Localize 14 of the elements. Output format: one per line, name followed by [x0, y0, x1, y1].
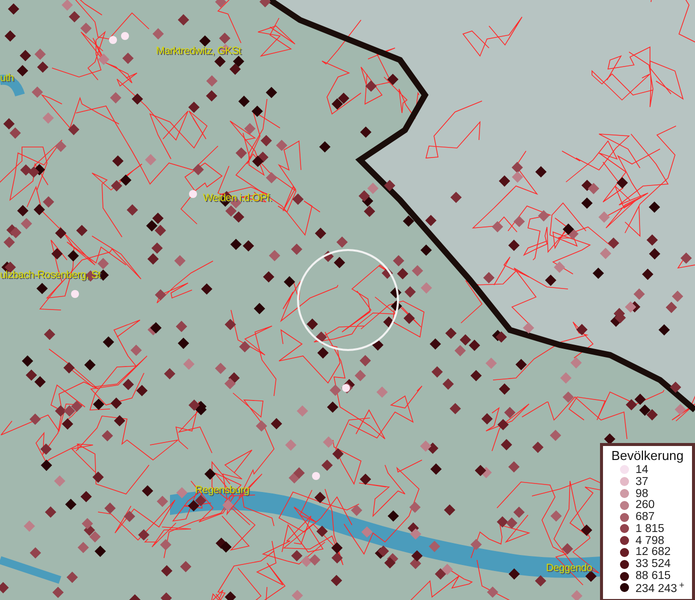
legend-label: 88 615 — [636, 570, 671, 582]
place-label: uth — [0, 72, 14, 84]
legend-label: 14 — [636, 464, 648, 476]
legend-label: 12 682 — [636, 546, 671, 558]
legend-label: 33 524 — [636, 558, 671, 570]
legend-title: Bevölkerung — [611, 448, 684, 463]
legend-label: 687 — [636, 511, 655, 524]
place-label: Marktredwitz, GKSt — [156, 45, 242, 57]
legend-label: 234 243$^{+}$ — [636, 580, 684, 596]
legend-label: 4 798 — [636, 534, 664, 547]
legend-label: 98 — [636, 488, 648, 500]
legend-label: 1 815 — [636, 522, 664, 535]
legend-label: 260 — [636, 499, 655, 512]
legend-label: 37 — [636, 476, 648, 488]
